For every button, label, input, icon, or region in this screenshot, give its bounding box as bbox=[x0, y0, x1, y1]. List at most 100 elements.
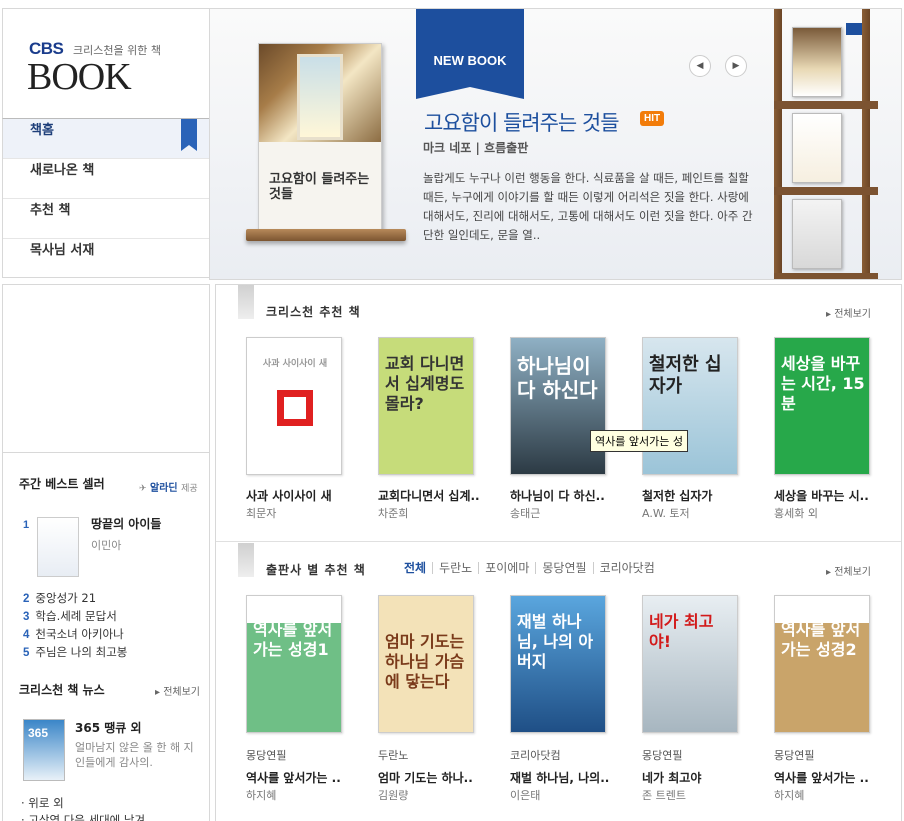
book-title[interactable]: 재벌 하나님, 나의.. bbox=[510, 769, 638, 786]
cover-text: 철저한 십자가 bbox=[649, 354, 722, 397]
news-thumb[interactable]: 365 bbox=[23, 719, 65, 781]
list-item[interactable]: 4 천국소녀 아키아나 bbox=[23, 626, 127, 644]
book-cover[interactable]: 사과 사이사이 새 bbox=[246, 337, 342, 475]
book-cover[interactable]: 엄마 기도는 하나님 가슴에 닿는다 bbox=[378, 595, 474, 733]
prev-arrow-icon[interactable]: ◀ bbox=[689, 55, 711, 77]
left-column: 주간 베스트 셀러 ✈ 알라딘 제공 1 땅끝의 아이들 이민아 2 중앙성가 2… bbox=[2, 284, 210, 821]
list-item[interactable]: · 위로 외 bbox=[21, 795, 145, 812]
book-cover[interactable]: 역사를 앞서가는 성경1 bbox=[246, 595, 342, 733]
cover-text: 엄마 기도는 하나님 가슴에 닿는다 bbox=[385, 632, 465, 691]
book-author: 송태근 bbox=[510, 507, 541, 520]
book-cover[interactable]: 하나님이 다 하신다 bbox=[510, 337, 606, 475]
news-more-link[interactable]: ▸ 전체보기 bbox=[155, 683, 200, 698]
book-cover[interactable]: 네가 최고야! bbox=[642, 595, 738, 733]
bestseller-top-title[interactable]: 땅끝의 아이들 bbox=[91, 515, 161, 532]
list-item[interactable]: 5 주님은 나의 최고봉 bbox=[23, 644, 127, 662]
tooltip: 역사를 앞서가는 성 bbox=[590, 430, 688, 452]
news-thumb-text: 365 bbox=[28, 726, 49, 740]
shelf bbox=[246, 229, 406, 241]
tab-duranno[interactable]: 두란노 bbox=[432, 562, 478, 574]
section-title: 출판사 별 추천 책 bbox=[266, 563, 366, 577]
book-title[interactable]: 사과 사이사이 새 bbox=[246, 487, 374, 504]
book-publisher: 몽당연필 bbox=[642, 749, 683, 762]
provider-label: ✈ 알라딘 제공 bbox=[139, 479, 198, 494]
book-title[interactable]: 엄마 기도는 하나.. bbox=[378, 769, 506, 786]
rack-book-thumb[interactable] bbox=[792, 113, 842, 183]
cover-title: 고요함이 들려주는 것들 bbox=[269, 172, 370, 202]
book-title[interactable]: 세상을 바꾸는 시.. bbox=[774, 487, 902, 504]
list-item[interactable]: 3 학습.세례 문답서 bbox=[23, 608, 127, 626]
view-all-link[interactable]: ▸ 전체보기 bbox=[826, 563, 871, 578]
rack-book-thumb[interactable] bbox=[792, 27, 842, 97]
tab-all[interactable]: 전체 bbox=[398, 562, 432, 574]
logo[interactable]: CBS 크리스천을 위한 책 BOOK bbox=[2, 8, 210, 118]
ad-space bbox=[3, 285, 209, 453]
book-publisher: 코리아닷컴 bbox=[510, 749, 561, 762]
book-author: 최문자 bbox=[246, 507, 277, 520]
list-item-title: 학습.세례 문답서 bbox=[35, 609, 117, 623]
rack-post bbox=[774, 9, 782, 279]
news-description: 얼마남지 않은 올 한 해 지인들에게 감사의. bbox=[75, 741, 194, 769]
cover-text: 사과 사이사이 새 bbox=[262, 359, 328, 369]
tab-poiema[interactable]: 포이에마 bbox=[478, 562, 535, 574]
publisher-section: 출판사 별 추천 책 전체 두란노 포이에마 몽당연필 코리아닷컴 ▸ 전체보기 역사를… bbox=[216, 543, 901, 821]
featured-book-banner: 고요함이 들려주는 것들 NEW BOOK ◀ ▶ 고요함이 들려주는 것들 H… bbox=[209, 8, 902, 280]
nav-item-new-books[interactable]: 새로나온 책 bbox=[3, 159, 209, 199]
book-cover[interactable]: 철저한 십자가 bbox=[642, 337, 738, 475]
book-cover[interactable]: 역사를 앞서가는 성경2 bbox=[774, 595, 870, 733]
book-rack bbox=[774, 9, 878, 279]
book-title[interactable]: 역사를 앞서가는 .. bbox=[246, 769, 374, 786]
book-author: 홍세화 외 bbox=[774, 507, 818, 520]
tab-koreadotcom[interactable]: 코리아닷컴 bbox=[592, 562, 661, 574]
book-author: 하지혜 bbox=[774, 789, 805, 802]
nav-item-recommended[interactable]: 추천 책 bbox=[3, 199, 209, 239]
featured-book-cover[interactable]: 고요함이 들려주는 것들 bbox=[258, 43, 382, 235]
cover-text: 역사를 앞서가는 성경2 bbox=[781, 620, 861, 659]
bestseller-heading: 주간 베스트 셀러 bbox=[19, 477, 105, 491]
rack-shelf bbox=[774, 101, 878, 109]
next-arrow-icon[interactable]: ▶ bbox=[725, 55, 747, 77]
list-item[interactable]: 2 중앙성가 21 bbox=[23, 590, 127, 608]
news-heading: 크리스천 책 뉴스 bbox=[19, 683, 105, 697]
red-square-icon bbox=[277, 390, 313, 426]
rack-shelf bbox=[774, 273, 878, 279]
bestseller-list: 2 중앙성가 21 3 학습.세례 문답서 4 천국소녀 아키아나 5 주님은 나의 최… bbox=[23, 590, 127, 662]
book-title[interactable]: 교회다니면서 십계.. bbox=[378, 487, 506, 504]
cover-text: 세상을 바꾸는 시간, 15분 bbox=[781, 354, 865, 413]
nav-item-label: 추천 책 bbox=[30, 203, 71, 218]
book-title[interactable]: 하나님이 다 하신.. bbox=[510, 487, 638, 504]
bestseller-top-author: 이민아 bbox=[91, 539, 122, 552]
rack-post bbox=[862, 9, 870, 279]
nav-item-label: 새로나온 책 bbox=[30, 163, 95, 178]
book-publisher: 두란노 bbox=[378, 749, 409, 762]
cover-text: 교회 다니면서 십계명도 몰라? bbox=[385, 354, 465, 413]
section-title: 크리스천 추천 책 bbox=[266, 305, 361, 319]
featured-book-title[interactable]: 고요함이 들려주는 것들 bbox=[424, 107, 620, 137]
book-title[interactable]: 네가 최고야 bbox=[642, 769, 770, 786]
book-publisher: 몽당연필 bbox=[246, 749, 287, 762]
rack-shelf bbox=[774, 187, 878, 195]
bestseller-top-thumb[interactable] bbox=[37, 517, 79, 577]
bookmark-icon bbox=[181, 119, 197, 151]
book-title[interactable]: 역사를 앞서가는 .. bbox=[774, 769, 902, 786]
nav-item-pastor-library[interactable]: 목사님 서재 bbox=[3, 239, 209, 279]
logo-book: BOOK bbox=[27, 56, 132, 98]
list-item[interactable]: · 고상역 다음 세대에 남겨 bbox=[21, 812, 145, 821]
book-list: 사과 사이사이 새 사과 사이사이 새 최문자 교회 다니면서 십계명도 몰라?… bbox=[246, 337, 886, 527]
cover-text: 역사를 앞서가는 성경1 bbox=[253, 620, 333, 659]
tab-mongdang[interactable]: 몽당연필 bbox=[535, 562, 592, 574]
bookmark-icon bbox=[238, 285, 254, 319]
rack-book-thumb[interactable] bbox=[792, 199, 842, 269]
book-cover[interactable]: 교회 다니면서 십계명도 몰라? bbox=[378, 337, 474, 475]
recommended-section: 크리스천 추천 책 ▸ 전체보기 사과 사이사이 새 사과 사이사이 새 최문자… bbox=[216, 285, 901, 542]
book-title[interactable]: 철저한 십자가 bbox=[642, 487, 770, 504]
book-cover[interactable]: 재벌 하나님, 나의 아버지 bbox=[510, 595, 606, 733]
side-nav: 책홈 새로나온 책 추천 책 목사님 서재 bbox=[2, 118, 210, 278]
book-cover[interactable]: 세상을 바꾸는 시간, 15분 bbox=[774, 337, 870, 475]
news-title[interactable]: 365 땡큐 외 bbox=[75, 719, 142, 736]
view-all-link[interactable]: ▸ 전체보기 bbox=[826, 305, 871, 320]
book-author: A.W. 토저 bbox=[642, 507, 690, 520]
rank-number: 3 bbox=[23, 611, 30, 623]
rank-number: 5 bbox=[23, 647, 30, 659]
nav-item-home[interactable]: 책홈 bbox=[3, 119, 209, 159]
